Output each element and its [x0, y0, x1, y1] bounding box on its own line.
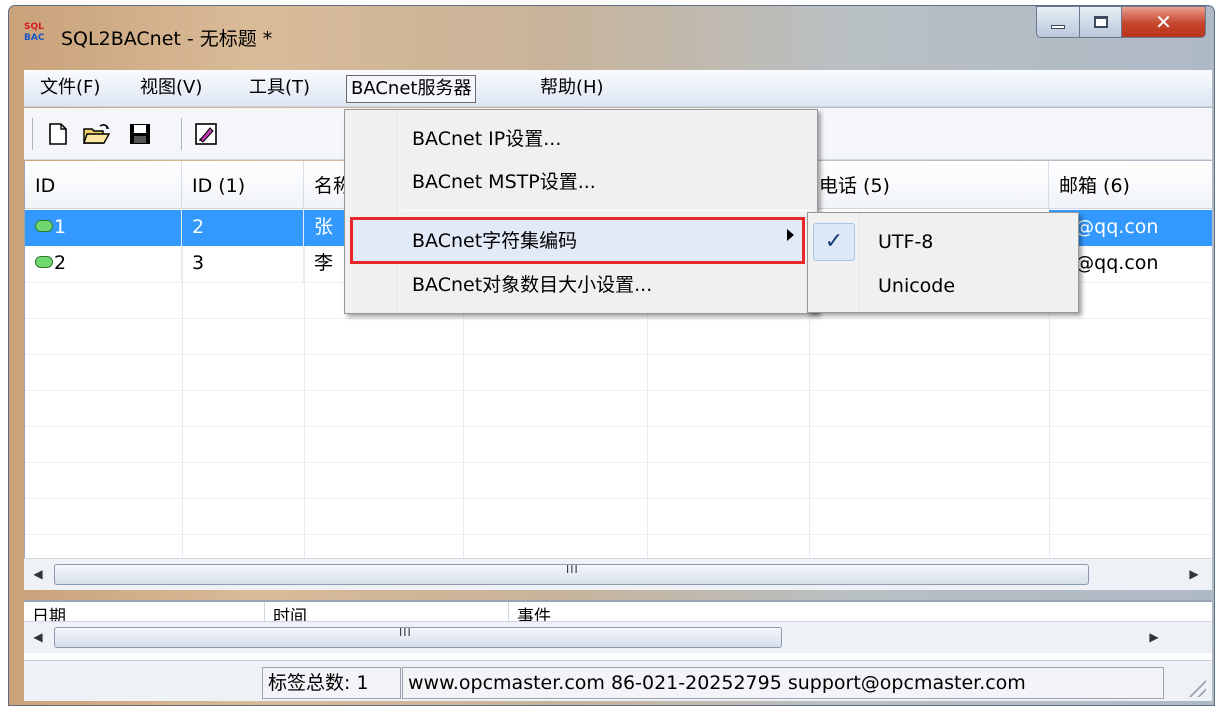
grid-line: [25, 534, 1212, 535]
cell-id-text: 1: [54, 216, 67, 238]
resize-grip-icon[interactable]: [1186, 677, 1206, 697]
grid-line: [25, 462, 1212, 463]
app-icon-text-top: SQL: [24, 22, 44, 32]
bacnet-server-menu: BACnet IP设置... BACnet MSTP设置... BACnet字符…: [344, 109, 818, 314]
close-icon: ✕: [1155, 10, 1172, 34]
app-icon-text-bottom: BAC: [24, 33, 45, 43]
edit-icon[interactable]: [194, 121, 218, 147]
column-header-phone[interactable]: 电话 (5): [809, 161, 1049, 209]
scrollbar-thumb[interactable]: [54, 627, 782, 648]
cell-id1: 3: [182, 246, 304, 282]
log-horizontal-scrollbar[interactable]: ◀ III ▶: [24, 621, 1212, 653]
menu-item-bacnet-object-count[interactable]: BACnet对象数目大小设置...: [412, 270, 652, 300]
grid-line: [25, 426, 1212, 427]
tag-icon: [35, 256, 53, 268]
charset-submenu: ✓ UTF-8 Unicode: [807, 212, 1079, 313]
status-info: www.opcmaster.com 86-021-20252795 suppor…: [402, 667, 1164, 699]
column-header-id1[interactable]: ID (1): [182, 161, 304, 209]
column-header-date[interactable]: 日期: [24, 602, 265, 622]
cell-id-text: 2: [54, 252, 67, 274]
menu-file[interactable]: 文件(F): [36, 75, 104, 103]
menu-bacnet-server[interactable]: BACnet服务器: [346, 75, 477, 103]
maximize-button[interactable]: [1080, 6, 1122, 38]
menu-item-bacnet-charset[interactable]: BACnet字符集编码: [412, 226, 577, 256]
grid-line: [25, 390, 1212, 391]
maximize-icon: [1093, 16, 1108, 28]
submenu-arrow-icon: [787, 229, 794, 241]
scroll-right-icon[interactable]: ▶: [1184, 567, 1204, 583]
close-button[interactable]: ✕: [1122, 6, 1206, 38]
status-bar: 标签总数: 1 www.opcmaster.com 86-021-2025279…: [24, 660, 1212, 701]
column-header-event[interactable]: 事件: [509, 602, 1209, 622]
scrollbar-grip: III: [399, 626, 412, 639]
toolbar-separator: [181, 118, 183, 150]
checkmark-icon: ✓: [813, 223, 855, 261]
menu-gutter: [345, 110, 397, 313]
window-title: SQL2BACnet - 无标题 *: [61, 28, 273, 50]
caption-buttons: ✕: [1036, 6, 1206, 38]
grid-line: [25, 318, 1212, 319]
app-icon: SQL BAC: [24, 22, 50, 48]
minimize-button[interactable]: [1036, 6, 1080, 38]
column-header-email[interactable]: 邮箱 (6): [1049, 161, 1212, 209]
menu-item-utf8[interactable]: UTF-8: [878, 227, 933, 257]
grid-horizontal-scrollbar[interactable]: ◀ III ▶: [24, 558, 1212, 590]
menu-bar: 文件(F) 视图(V) 工具(T) BACnet服务器 帮助(H): [24, 70, 1212, 107]
scrollbar-grip: III: [566, 563, 579, 576]
title-bar[interactable]: SQL BAC SQL2BACnet - 无标题 * ✕: [9, 6, 1214, 65]
grid-line: [25, 498, 1212, 499]
menu-item-bacnet-ip-settings[interactable]: BACnet IP设置...: [412, 124, 561, 154]
status-tag-count: 标签总数: 1: [262, 667, 401, 699]
column-header-time[interactable]: 时间: [265, 602, 509, 622]
cell-id1: 2: [182, 210, 304, 246]
menu-item-bacnet-mstp-settings[interactable]: BACnet MSTP设置...: [412, 167, 596, 197]
cell-id: 1: [25, 210, 182, 246]
minimize-icon: [1051, 25, 1065, 29]
cell-id: 2: [25, 246, 182, 282]
open-folder-icon[interactable]: [82, 121, 112, 147]
grid-line: [25, 354, 1212, 355]
toolbar-grip[interactable]: [32, 118, 35, 150]
new-file-icon[interactable]: [46, 121, 70, 147]
column-header-id[interactable]: ID: [25, 161, 182, 209]
menu-tools[interactable]: 工具(T): [245, 75, 314, 103]
menu-view[interactable]: 视图(V): [136, 75, 206, 103]
menu-separator: [403, 210, 811, 211]
menu-item-unicode[interactable]: Unicode: [878, 271, 955, 301]
tag-icon: [35, 220, 53, 232]
save-icon[interactable]: [128, 121, 152, 147]
scroll-left-icon[interactable]: ◀: [28, 630, 48, 646]
scroll-right-icon[interactable]: ▶: [1144, 630, 1164, 646]
menu-help[interactable]: 帮助(H): [536, 75, 608, 103]
scroll-left-icon[interactable]: ◀: [28, 567, 48, 583]
